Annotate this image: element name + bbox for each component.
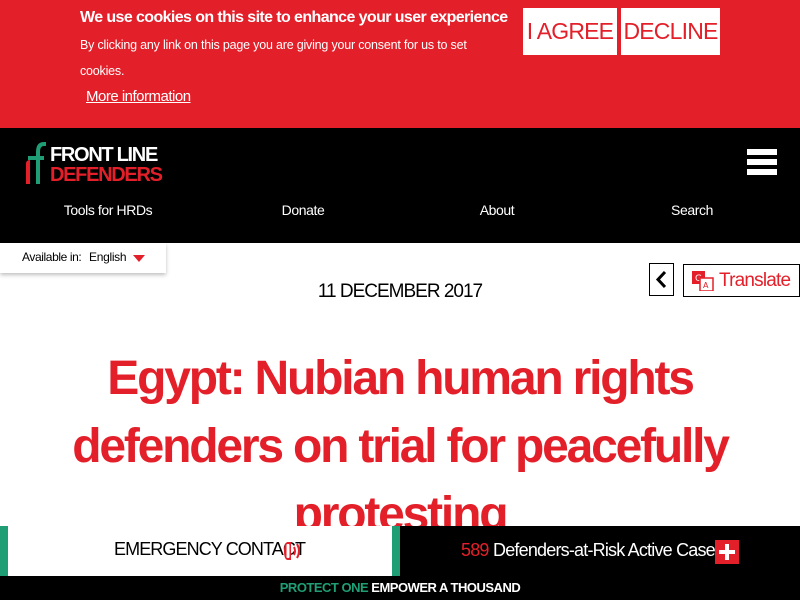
article-headline: Egypt: Nubian human rights defenders on … (72, 352, 730, 541)
nav-item-search[interactable]: Search (612, 202, 772, 218)
caret-down-icon[interactable] (133, 255, 145, 262)
site-logo[interactable]: FRONT LINE DEFENDERS (22, 138, 182, 188)
active-cases-bar[interactable]: 589 Defenders-at-Risk Active Cases (392, 526, 800, 576)
logo-f-icon (26, 142, 46, 184)
phone-ringing-icon (284, 542, 300, 560)
plus-icon[interactable] (715, 540, 739, 564)
nav-item-donate[interactable]: Donate (223, 202, 383, 218)
tagline-protect: PROTECT ONE (279, 580, 369, 595)
language-value: English (89, 250, 127, 264)
hamburger-icon[interactable] (747, 149, 777, 181)
active-cases-label: Defenders-at-Risk Active Cases (493, 540, 724, 560)
nav-item-tools[interactable]: Tools for HRDs (28, 202, 188, 218)
language-selector[interactable]: Available in: English (0, 243, 166, 273)
main-nav: Tools for HRDs Donate About Search (0, 202, 800, 222)
article-date: 11 DECEMBER 2017 (317, 281, 483, 302)
language-label: Available in: (22, 250, 82, 264)
nav-item-about[interactable]: About (417, 202, 577, 218)
tagline-empower: EMPOWER A THOUSAND (371, 580, 521, 595)
site-header: FRONT LINE DEFENDERS Tools for HRDs Dona… (0, 128, 800, 243)
cookie-banner: We use cookies on this site to enhance y… (0, 0, 800, 128)
emergency-contact-label: EMERGENCY CONTACT (114, 539, 306, 559)
cookie-title: We use cookies on this site to enhance y… (80, 9, 508, 26)
cookie-text: By clicking any link on this page you ar… (80, 38, 467, 78)
decline-button[interactable]: DECLINE (621, 8, 720, 55)
agree-button[interactable]: I AGREE (523, 8, 617, 55)
tagline-bar: PROTECT ONE EMPOWER A THOUSAND (0, 576, 800, 600)
logo-text-line2: DEFENDERS (50, 164, 163, 186)
more-information-link[interactable]: More information (86, 88, 191, 105)
emergency-contact-bar[interactable]: EMERGENCY CONTACT (0, 526, 392, 576)
active-cases-count: 589 (461, 540, 489, 560)
